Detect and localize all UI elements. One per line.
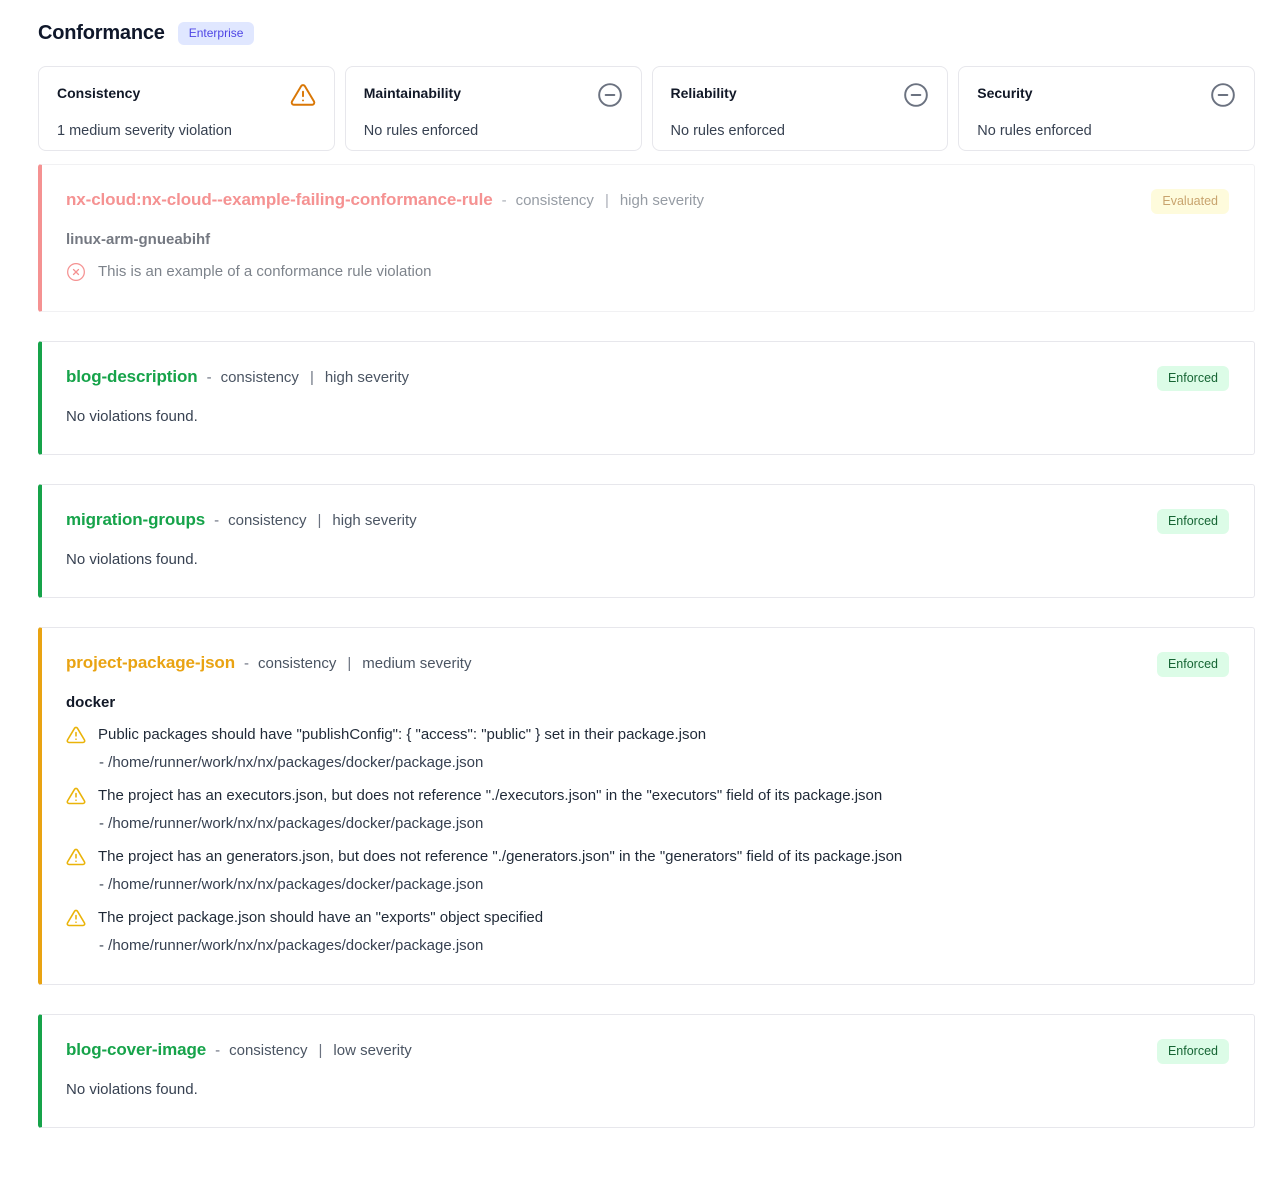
rule-body: No violations found. (66, 408, 1230, 425)
rule-name: nx-cloud:nx-cloud--example-failing-confo… (66, 190, 493, 210)
warning-triangle-icon (66, 786, 86, 806)
meta-dash: - (215, 1042, 220, 1059)
rule-name: migration-groups (66, 510, 205, 530)
rule-severity: medium severity (362, 655, 471, 672)
project-name: docker (66, 694, 1230, 711)
meta-pipe: | (316, 512, 324, 529)
status-badge: Enforced (1157, 366, 1229, 391)
violation-path: - /home/runner/work/nx/nx/packages/docke… (99, 815, 1230, 833)
violation-item: The project has an executors.json, but d… (66, 786, 1230, 833)
minus-circle-icon (1210, 82, 1236, 108)
project-name: linux-arm-gnueabihf (66, 231, 1230, 248)
warning-triangle-icon (66, 847, 86, 867)
rule-header: blog-cover-image-consistency | low severit… (66, 1040, 1230, 1060)
meta-pipe: | (345, 655, 353, 672)
page-title: Conformance (38, 22, 165, 45)
status-badge: Enforced (1157, 1039, 1229, 1064)
summary-card-subtitle: No rules enforced (977, 123, 1236, 139)
summary-card-header: Security (977, 82, 1236, 108)
meta-dash: - (502, 192, 507, 209)
summary-card-title: Consistency (57, 82, 140, 101)
violation-path: - /home/runner/work/nx/nx/packages/docke… (99, 937, 1230, 955)
summary-card-consistency: Consistency 1 medium severity violation (38, 66, 335, 151)
violation-item: The project package.json should have an … (66, 908, 1230, 955)
meta-dash: - (207, 369, 212, 386)
violation-message: The project has an generators.json, but … (98, 847, 902, 867)
rule-category: consistency (228, 512, 306, 529)
rule-body: docker Public packages should have "publi… (66, 694, 1230, 955)
summary-card-subtitle: No rules enforced (364, 123, 623, 139)
summary-card-title: Reliability (671, 82, 737, 101)
violation-item: Public packages should have "publishConf… (66, 725, 1230, 772)
meta-pipe: | (316, 1042, 324, 1059)
summary-card-header: Reliability (671, 82, 930, 108)
rule-header: nx-cloud:nx-cloud--example-failing-confo… (66, 190, 1230, 210)
rule-category: consistency (221, 369, 299, 386)
summary-card-subtitle: No rules enforced (671, 123, 930, 139)
meta-dash: - (244, 655, 249, 672)
rule-severity: high severity (332, 512, 416, 529)
conformance-page: Conformance Enterprise Consistency 1 medi… (0, 0, 1287, 1167)
rule-card-nx-cloud:nx-cloud--example-failing-conformance-rule: nx-cloud:nx-cloud--example-failing-confo… (38, 164, 1255, 312)
summary-card-maintainability: Maintainability No rules enforced (345, 66, 642, 151)
status-badge: Enforced (1157, 509, 1229, 534)
minus-circle-icon (903, 82, 929, 108)
violation-path: - /home/runner/work/nx/nx/packages/docke… (99, 876, 1230, 894)
summary-card-title: Security (977, 82, 1032, 101)
summary-cards: Consistency 1 medium severity violation Ma… (38, 66, 1255, 151)
rule-name: blog-description (66, 367, 198, 387)
rule-category: consistency (516, 192, 594, 209)
rule-body: linux-arm-gnueabihf This is an example of… (66, 231, 1230, 282)
rule-body: No violations found. (66, 551, 1230, 568)
page-header: Conformance Enterprise (38, 22, 1255, 45)
violation-message: The project has an executors.json, but d… (98, 786, 882, 806)
rule-card-project-package-json: project-package-json-consistency | medium … (38, 627, 1255, 985)
violation-item: The project has an generators.json, but … (66, 847, 1230, 894)
enterprise-plan-badge: Enterprise (178, 22, 255, 44)
rule-header: blog-description-consistency | high severi… (66, 367, 1230, 387)
rule-card-blog-cover-image: blog-cover-image-consistency | low severit… (38, 1014, 1255, 1128)
summary-card-reliability: Reliability No rules enforced (652, 66, 949, 151)
no-violations-text: No violations found. (66, 1081, 1230, 1098)
rule-severity: high severity (620, 192, 704, 209)
violation-path: - /home/runner/work/nx/nx/packages/docke… (99, 754, 1230, 772)
rule-body: No violations found. (66, 1081, 1230, 1098)
status-badge: Evaluated (1151, 189, 1229, 214)
rule-severity: high severity (325, 369, 409, 386)
minus-circle-icon (597, 82, 623, 108)
warning-triangle-icon (66, 725, 86, 745)
meta-pipe: | (308, 369, 316, 386)
rule-card-migration-groups: migration-groups-consistency | high severi… (38, 484, 1255, 598)
rule-category: consistency (258, 655, 336, 672)
rule-card-list: nx-cloud:nx-cloud--example-failing-confo… (38, 164, 1255, 1128)
no-violations-text: No violations found. (66, 408, 1230, 425)
rule-category: consistency (229, 1042, 307, 1059)
rule-severity: low severity (333, 1042, 411, 1059)
violation-item: This is an example of a conformance rule… (66, 262, 1230, 282)
summary-card-security: Security No rules enforced (958, 66, 1255, 151)
violation-message: Public packages should have "publishConf… (98, 725, 706, 745)
circle-x-icon (66, 262, 86, 282)
summary-card-header: Maintainability (364, 82, 623, 108)
summary-card-header: Consistency (57, 82, 316, 108)
summary-card-subtitle: 1 medium severity violation (57, 123, 316, 139)
rule-name: project-package-json (66, 653, 235, 673)
rule-header: project-package-json-consistency | medium … (66, 653, 1230, 673)
violation-message: The project package.json should have an … (98, 908, 543, 928)
warning-triangle-icon (290, 82, 316, 108)
rule-name: blog-cover-image (66, 1040, 206, 1060)
meta-dash: - (214, 512, 219, 529)
summary-card-title: Maintainability (364, 82, 461, 101)
warning-triangle-icon (66, 908, 86, 928)
meta-pipe: | (603, 192, 611, 209)
no-violations-text: No violations found. (66, 551, 1230, 568)
rule-card-blog-description: blog-description-consistency | high severi… (38, 341, 1255, 455)
rule-header: migration-groups-consistency | high severi… (66, 510, 1230, 530)
violation-message: This is an example of a conformance rule… (98, 262, 432, 282)
status-badge: Enforced (1157, 652, 1229, 677)
